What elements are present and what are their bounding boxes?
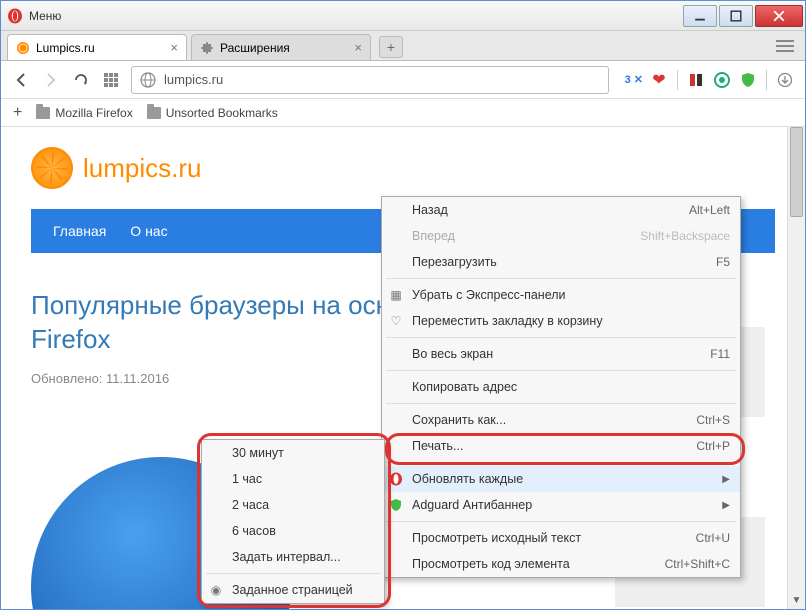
tab-close-icon[interactable]: × [354, 40, 362, 55]
heart-icon[interactable]: ❤ [649, 70, 669, 90]
new-tab-button[interactable]: + [379, 36, 403, 58]
ctx-inspect[interactable]: Просмотреть код элементаCtrl+Shift+C [382, 551, 740, 577]
puzzle-icon [200, 41, 214, 55]
speed-dial-icon[interactable] [101, 70, 121, 90]
scroll-thumb[interactable] [790, 127, 803, 217]
ctx-move-trash[interactable]: ♡Переместить закладку в корзину [382, 308, 740, 334]
ctx-1h[interactable]: 1 час [202, 466, 384, 492]
shield-icon[interactable] [738, 70, 758, 90]
minimize-button[interactable] [683, 5, 717, 27]
forward-button[interactable] [41, 70, 61, 90]
bookmarks-bar: + Mozilla Firefox Unsorted Bookmarks [1, 99, 805, 127]
ctx-2h[interactable]: 2 часа [202, 492, 384, 518]
tab-title: Lumpics.ru [36, 41, 95, 55]
address-toolbar: lumpics.ru 3 ✕ ❤ [1, 61, 805, 99]
scroll-down-icon[interactable]: ▼ [788, 591, 805, 609]
site-name: lumpics.ru [83, 153, 201, 184]
separator [206, 573, 380, 574]
folder-icon [147, 107, 161, 119]
menu-button[interactable]: Меню [29, 9, 69, 23]
maximize-button[interactable] [719, 5, 753, 27]
address-bar[interactable]: lumpics.ru [131, 66, 609, 94]
ctx-save-as[interactable]: Сохранить как...Ctrl+S [382, 407, 740, 433]
nav-home[interactable]: Главная [53, 223, 106, 239]
chevron-right-icon: ▶ [722, 474, 730, 485]
bookmark-folder[interactable]: Mozilla Firefox [36, 106, 132, 120]
download-icon[interactable] [775, 70, 795, 90]
adguard-icon [388, 497, 404, 513]
tab-active[interactable]: Lumpics.ru × [7, 34, 187, 60]
badge-count[interactable]: 3 ✕ [625, 73, 643, 86]
ctx-print[interactable]: Печать...Ctrl+P [382, 433, 740, 459]
ctx-6h[interactable]: 6 часов [202, 518, 384, 544]
extension-icon-2[interactable] [712, 70, 732, 90]
ctx-reload[interactable]: ПерезагрузитьF5 [382, 249, 740, 275]
ctx-forward: ВпередShift+Backspace [382, 223, 740, 249]
ctx-fullscreen[interactable]: Во весь экранF11 [382, 341, 740, 367]
separator [386, 337, 736, 338]
ctx-view-source[interactable]: Просмотреть исходный текстCtrl+U [382, 525, 740, 551]
orange-icon [31, 147, 73, 189]
nav-about[interactable]: О нас [130, 223, 167, 239]
separator [386, 462, 736, 463]
ctx-back[interactable]: НазадAlt+Left [382, 197, 740, 223]
grid-icon: ▦ [388, 287, 404, 303]
extension-icon-1[interactable] [686, 70, 706, 90]
add-bookmark-button[interactable]: + [13, 104, 22, 122]
context-submenu-refresh: 30 минут 1 час 2 часа 6 часов Задать инт… [201, 439, 385, 604]
radio-checked-icon: ◉ [208, 582, 224, 598]
bookmark-folder[interactable]: Unsorted Bookmarks [147, 106, 278, 120]
tab-title: Расширения [220, 41, 290, 55]
ctx-copy-address[interactable]: Копировать адрес [382, 374, 740, 400]
scrollbar[interactable]: ▲ ▼ [787, 127, 805, 609]
ctx-by-page[interactable]: ◉Заданное страницей [202, 577, 384, 603]
site-logo[interactable]: lumpics.ru [31, 147, 775, 189]
toolbar-right: 3 ✕ ❤ [625, 70, 795, 90]
heart-outline-icon: ♡ [388, 313, 404, 329]
opera-icon [7, 8, 23, 24]
separator [766, 70, 767, 90]
ctx-remove-speeddial[interactable]: ▦Убрать с Экспресс-панели [382, 282, 740, 308]
context-menu: НазадAlt+Left ВпередShift+Backspace Пере… [381, 196, 741, 578]
window-titlebar: Меню [1, 1, 805, 31]
folder-icon [36, 107, 50, 119]
chevron-right-icon: ▶ [722, 500, 730, 511]
separator [386, 370, 736, 371]
tab-strip: Lumpics.ru × Расширения × + [1, 31, 805, 61]
ctx-adguard[interactable]: Adguard Антибаннер▶ [382, 492, 740, 518]
opera-small-icon [388, 471, 404, 487]
separator [386, 403, 736, 404]
back-button[interactable] [11, 70, 31, 90]
address-url: lumpics.ru [164, 72, 223, 87]
ctx-refresh-every[interactable]: Обновлять каждые▶ [382, 466, 740, 492]
close-button[interactable] [755, 5, 803, 27]
panel-toggle-icon[interactable] [775, 36, 795, 56]
ctx-30min[interactable]: 30 минут [202, 440, 384, 466]
favicon-icon [16, 41, 30, 55]
tab-close-icon[interactable]: × [170, 40, 178, 55]
separator [386, 278, 736, 279]
separator [386, 521, 736, 522]
ctx-custom-interval[interactable]: Задать интервал... [202, 544, 384, 570]
tab-inactive[interactable]: Расширения × [191, 34, 371, 60]
reload-button[interactable] [71, 70, 91, 90]
globe-icon [140, 72, 156, 88]
separator [677, 70, 678, 90]
